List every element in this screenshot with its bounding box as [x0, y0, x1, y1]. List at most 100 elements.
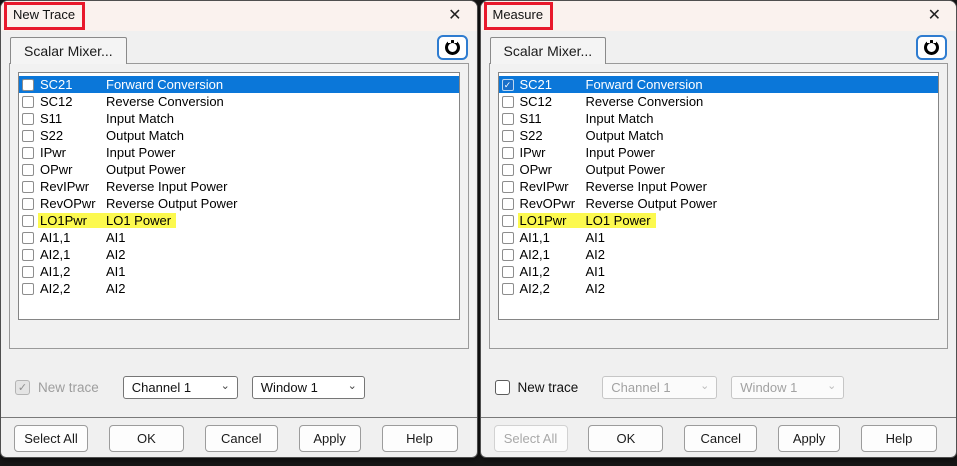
measurement-class-button[interactable] [916, 35, 947, 60]
close-icon[interactable]: ✕ [446, 8, 463, 24]
list-item[interactable]: OPwrOutput Power [499, 161, 939, 178]
measurement-list[interactable]: SC21Forward ConversionSC12Reverse Conver… [18, 72, 460, 320]
row-checkbox[interactable] [502, 181, 514, 193]
list-item[interactable]: SC12Reverse Conversion [19, 93, 459, 110]
measurement-name: LO1Pwr [40, 213, 106, 228]
cancel-button[interactable]: Cancel [205, 425, 278, 452]
ok-button[interactable]: OK [109, 425, 184, 452]
channel-select[interactable]: Channel 1 ⌄ [123, 376, 238, 399]
row-checkbox[interactable] [502, 266, 514, 278]
row-checkbox[interactable] [22, 266, 34, 278]
measurement-desc: AI1 [586, 230, 606, 245]
row-text: AI1,1AI1 [40, 230, 126, 245]
list-item[interactable]: OPwrOutput Power [19, 161, 459, 178]
row-text: SC12Reverse Conversion [520, 94, 704, 109]
measurement-name: S11 [40, 111, 106, 126]
row-checkbox[interactable] [502, 147, 514, 159]
list-item[interactable]: LO1PwrLO1 Power [19, 212, 459, 229]
measurement-name: OPwr [520, 162, 586, 177]
row-checkbox[interactable] [22, 198, 34, 210]
circle-ring-icon [445, 40, 460, 55]
ok-button[interactable]: OK [588, 425, 663, 452]
row-checkbox[interactable] [22, 181, 34, 193]
list-item[interactable]: SC12Reverse Conversion [499, 93, 939, 110]
row-checkbox[interactable] [502, 249, 514, 261]
tab-panel: ✓SC21Forward ConversionSC12Reverse Conve… [489, 63, 949, 349]
title-bar[interactable]: New Trace ✕ [1, 1, 477, 31]
new-trace-label: New trace [518, 380, 579, 395]
list-item[interactable]: AI1,2AI1 [19, 263, 459, 280]
tab-scalar-mixer[interactable]: Scalar Mixer... [10, 37, 127, 64]
row-checkbox[interactable] [22, 79, 34, 91]
apply-button[interactable]: Apply [778, 425, 840, 452]
measurement-class-button[interactable] [437, 35, 468, 60]
list-item[interactable]: AI1,1AI1 [499, 229, 939, 246]
row-checkbox[interactable] [502, 215, 514, 227]
list-item[interactable]: AI2,1AI2 [499, 246, 939, 263]
row-checkbox[interactable] [502, 283, 514, 295]
title-bar[interactable]: Measure ✕ [481, 1, 957, 31]
row-checkbox[interactable] [22, 147, 34, 159]
list-item[interactable]: RevIPwrReverse Input Power [499, 178, 939, 195]
list-item[interactable]: S11Input Match [19, 110, 459, 127]
list-item[interactable]: RevOPwrReverse Output Power [499, 195, 939, 212]
measurement-name: SC12 [520, 94, 586, 109]
new-trace-option[interactable]: New trace [15, 380, 99, 395]
list-item[interactable]: IPwrInput Power [19, 144, 459, 161]
list-item[interactable]: AI1,2AI1 [499, 263, 939, 280]
measurement-desc: Input Power [586, 145, 655, 160]
row-checkbox[interactable] [22, 113, 34, 125]
tab-scalar-mixer[interactable]: Scalar Mixer... [490, 37, 607, 64]
row-checkbox[interactable] [502, 113, 514, 125]
row-checkbox[interactable] [502, 130, 514, 142]
list-item[interactable]: AI2,2AI2 [19, 280, 459, 297]
row-checkbox[interactable] [502, 232, 514, 244]
select-all-button[interactable]: Select All [14, 425, 88, 452]
new-trace-checkbox[interactable] [15, 380, 30, 395]
apply-button[interactable]: Apply [299, 425, 361, 452]
list-item[interactable]: LO1PwrLO1 Power [499, 212, 939, 229]
list-item[interactable]: AI2,2AI2 [499, 280, 939, 297]
row-checkbox[interactable] [22, 96, 34, 108]
button-row: Select All OK Cancel Apply Help [481, 418, 957, 457]
list-item[interactable]: S22Output Match [499, 127, 939, 144]
row-checkbox[interactable] [22, 283, 34, 295]
measurement-name: AI1,2 [520, 264, 586, 279]
list-item[interactable]: RevOPwrReverse Output Power [19, 195, 459, 212]
list-item[interactable]: AI2,1AI2 [19, 246, 459, 263]
row-checkbox[interactable] [502, 164, 514, 176]
tab-strip: Scalar Mixer... [481, 31, 957, 63]
row-checkbox[interactable]: ✓ [502, 79, 514, 91]
list-item[interactable]: SC21Forward Conversion [19, 76, 459, 93]
row-checkbox[interactable] [502, 96, 514, 108]
row-checkbox[interactable] [502, 198, 514, 210]
row-checkbox[interactable] [22, 130, 34, 142]
list-item[interactable]: IPwrInput Power [499, 144, 939, 161]
channel-select[interactable]: Channel 1 ⌄ [602, 376, 717, 399]
help-button[interactable]: Help [861, 425, 937, 452]
row-checkbox[interactable] [22, 164, 34, 176]
close-icon[interactable]: ✕ [926, 8, 943, 24]
list-item[interactable]: AI1,1AI1 [19, 229, 459, 246]
list-item[interactable]: S11Input Match [499, 110, 939, 127]
help-button[interactable]: Help [382, 425, 458, 452]
select-all-button[interactable]: Select All [494, 425, 568, 452]
row-checkbox[interactable] [22, 215, 34, 227]
row-checkbox[interactable] [22, 232, 34, 244]
list-item[interactable]: S22Output Match [19, 127, 459, 144]
measurement-desc: Input Match [106, 111, 174, 126]
measurement-list[interactable]: ✓SC21Forward ConversionSC12Reverse Conve… [498, 72, 940, 320]
list-item[interactable]: RevIPwrReverse Input Power [19, 178, 459, 195]
trace-options-row: New trace Channel 1 ⌄ Window 1 ⌄ [1, 349, 477, 417]
row-text: S22Output Match [40, 128, 184, 143]
row-checkbox[interactable] [22, 249, 34, 261]
row-text: S22Output Match [520, 128, 664, 143]
window-select[interactable]: Window 1 ⌄ [252, 376, 365, 399]
new-trace-option[interactable]: New trace [495, 380, 579, 395]
window-select[interactable]: Window 1 ⌄ [731, 376, 844, 399]
dialog-title: New Trace [13, 7, 75, 22]
new-trace-checkbox[interactable] [495, 380, 510, 395]
cancel-button[interactable]: Cancel [684, 425, 757, 452]
list-item[interactable]: ✓SC21Forward Conversion [499, 76, 939, 93]
measurement-name: SC12 [40, 94, 106, 109]
